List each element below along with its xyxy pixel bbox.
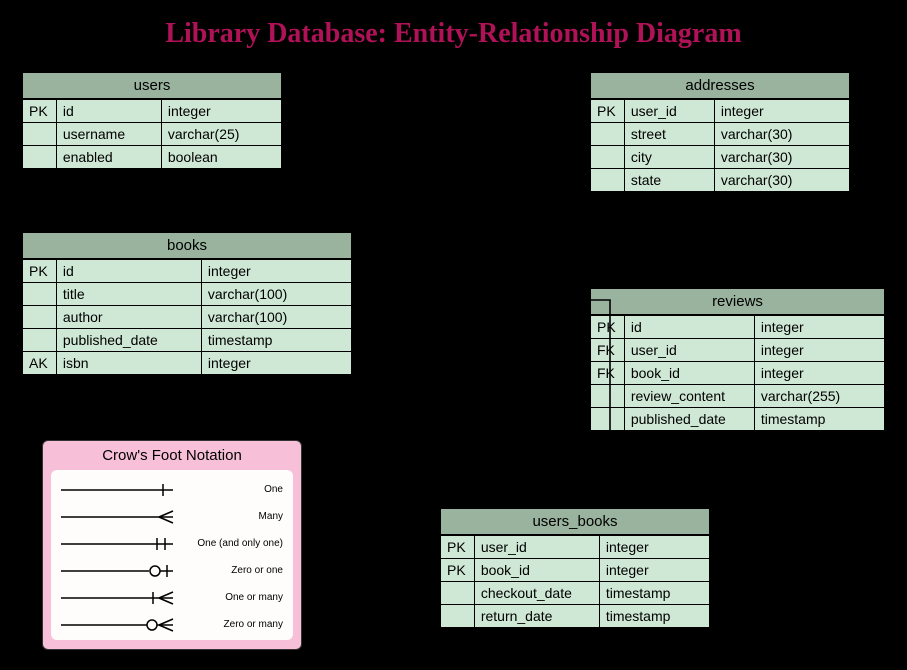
cell-type: timestamp [202,328,351,351]
cell-field: published_date [625,407,755,430]
cell-type: integer [600,558,709,581]
cell-field: id [57,99,162,122]
cell-key: PK [441,535,475,558]
crowsfoot-many-icon [57,507,177,527]
cell-type: integer [755,361,884,384]
cell-field: review_content [625,384,755,407]
cell-field: published_date [57,328,202,351]
cell-type: varchar(30) [715,122,849,145]
cell-field: enabled [57,145,162,168]
table-books-header: books [23,233,351,259]
cell-type: varchar(100) [202,282,351,305]
crowsfoot-one-icon [57,480,177,500]
cell-field: street [625,122,715,145]
cell-key [23,145,57,168]
cell-type: varchar(25) [162,122,281,145]
cell-field: return_date [475,604,600,627]
cell-type: integer [715,99,849,122]
table-users-header: users [23,73,281,99]
cell-type: timestamp [755,407,884,430]
cell-key [23,282,57,305]
cell-key: PK [591,99,625,122]
cell-key: PK [23,99,57,122]
cell-field: username [57,122,162,145]
cell-key [591,145,625,168]
table-books: books PKidinteger titlevarchar(100) auth… [22,232,352,375]
cell-key [441,581,475,604]
page-title: Library Database: Entity-Relationship Di… [0,0,907,50]
cell-key: PK [441,558,475,581]
cell-field: state [625,168,715,191]
table-users-books-header: users_books [441,509,709,535]
table-reviews-header: reviews [591,289,884,315]
cell-field: checkout_date [475,581,600,604]
cell-key: PK [591,315,625,338]
cell-field: book_id [625,361,755,384]
legend-label: Many [177,511,287,522]
crowsfoot-zero-many-icon [57,615,177,635]
table-users-books: users_books PKuser_idinteger PKbook_idin… [440,508,710,628]
cell-type: integer [600,535,709,558]
cell-field: user_id [475,535,600,558]
cell-key: FK [591,338,625,361]
cell-type: integer [755,315,884,338]
table-users: users PKidinteger usernamevarchar(25) en… [22,72,282,169]
cell-type: integer [202,351,351,374]
cell-type: varchar(30) [715,168,849,191]
table-addresses: addresses PKuser_idinteger streetvarchar… [590,72,850,192]
cell-field: author [57,305,202,328]
crowsfoot-zero-one-icon [57,561,177,581]
cell-field: book_id [475,558,600,581]
cell-field: isbn [57,351,202,374]
cell-field: user_id [625,338,755,361]
crows-foot-legend: Crow's Foot Notation One Many One (and o… [42,440,302,650]
crowsfoot-one-only-icon [57,534,177,554]
cell-key [591,384,625,407]
cell-key [23,328,57,351]
crowsfoot-one-many-icon [57,588,177,608]
cell-type: boolean [162,145,281,168]
cell-type: timestamp [600,604,709,627]
legend-label: One [177,484,287,495]
cell-key: PK [23,259,57,282]
table-reviews: reviews PKidinteger FKuser_idinteger FKb… [590,288,885,431]
cell-key [591,122,625,145]
cell-type: timestamp [600,581,709,604]
cell-field: id [57,259,202,282]
cell-key [23,122,57,145]
cell-key [441,604,475,627]
legend-title: Crow's Foot Notation [51,447,293,464]
cell-field: id [625,315,755,338]
cell-type: integer [202,259,351,282]
cell-key [591,168,625,191]
cell-field: title [57,282,202,305]
cell-type: varchar(100) [202,305,351,328]
cell-type: varchar(255) [755,384,884,407]
cell-key [23,305,57,328]
cell-key: AK [23,351,57,374]
cell-type: integer [162,99,281,122]
legend-label: One or many [177,592,287,603]
table-addresses-header: addresses [591,73,849,99]
cell-key [591,407,625,430]
cell-type: integer [755,338,884,361]
legend-label: Zero or one [177,565,287,576]
cell-field: user_id [625,99,715,122]
cell-type: varchar(30) [715,145,849,168]
legend-label: Zero or many [177,619,287,630]
cell-field: city [625,145,715,168]
cell-key: FK [591,361,625,384]
legend-label: One (and only one) [177,538,287,549]
